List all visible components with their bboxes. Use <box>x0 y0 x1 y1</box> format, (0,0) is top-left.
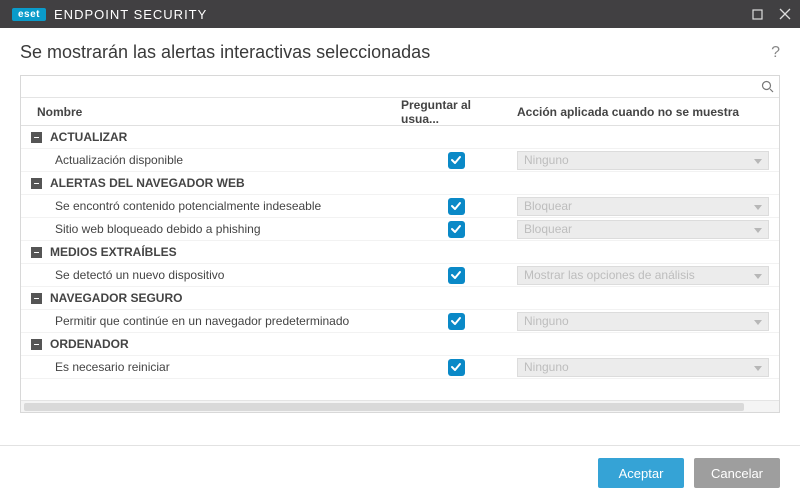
table-header: Nombre Preguntar al usua... Acción aplic… <box>21 98 779 126</box>
column-name-header[interactable]: Nombre <box>21 105 401 119</box>
search-icon[interactable] <box>759 78 775 94</box>
page-title: Se mostrarán las alertas interactivas se… <box>20 42 430 63</box>
group-label: ALERTAS DEL NAVEGADOR WEB <box>50 176 245 190</box>
item-name: Se detectó un nuevo dispositivo <box>21 268 401 282</box>
group-label: ACTUALIZAR <box>50 130 127 144</box>
collapse-icon[interactable]: – <box>31 293 42 304</box>
close-icon[interactable] <box>778 7 792 21</box>
scrollbar-thumb[interactable] <box>24 403 744 411</box>
item-row: Se encontró contenido potencialmente ind… <box>21 195 779 218</box>
item-row: Actualización disponible Ninguno <box>21 149 779 172</box>
group-label: ORDENADOR <box>50 337 129 351</box>
item-name: Actualización disponible <box>21 153 401 167</box>
item-row: Sitio web bloqueado debido a phishing Blo… <box>21 218 779 241</box>
group-row[interactable]: –ALERTAS DEL NAVEGADOR WEB <box>21 172 779 195</box>
collapse-icon[interactable]: – <box>31 132 42 143</box>
action-select[interactable]: Bloquear <box>517 220 769 239</box>
maximize-icon[interactable] <box>750 7 764 21</box>
group-row[interactable]: –ACTUALIZAR <box>21 126 779 149</box>
column-action-header[interactable]: Acción aplicada cuando no se muestra <box>511 105 779 119</box>
item-row: Permitir que continúe en un navegador pr… <box>21 310 779 333</box>
group-label: MEDIOS EXTRAÍBLES <box>50 245 177 259</box>
action-select[interactable]: Mostrar las opciones de análisis <box>517 266 769 285</box>
ask-checkbox[interactable] <box>448 267 465 284</box>
group-row[interactable]: –ORDENADOR <box>21 333 779 356</box>
search-row <box>21 76 779 98</box>
help-icon[interactable]: ? <box>771 44 780 62</box>
group-row[interactable]: –MEDIOS EXTRAÍBLES <box>21 241 779 264</box>
action-select[interactable]: Ninguno <box>517 358 769 377</box>
ask-checkbox[interactable] <box>448 152 465 169</box>
collapse-icon[interactable]: – <box>31 178 42 189</box>
collapse-icon[interactable]: – <box>31 247 42 258</box>
dialog-footer: Aceptar Cancelar <box>0 445 800 500</box>
item-name: Permitir que continúe en un navegador pr… <box>21 314 401 328</box>
product-name: ENDPOINT SECURITY <box>54 7 207 22</box>
ask-checkbox[interactable] <box>448 198 465 215</box>
group-label: NAVEGADOR SEGURO <box>50 291 182 305</box>
column-ask-header[interactable]: Preguntar al usua... <box>401 98 511 126</box>
brand-badge: eset <box>12 8 46 21</box>
item-name: Es necesario reiniciar <box>21 360 401 374</box>
horizontal-scrollbar[interactable] <box>21 400 779 412</box>
action-select[interactable]: Bloquear <box>517 197 769 216</box>
ask-checkbox[interactable] <box>448 221 465 238</box>
action-select[interactable]: Ninguno <box>517 312 769 331</box>
alerts-table: Nombre Preguntar al usua... Acción aplic… <box>20 75 780 413</box>
action-select[interactable]: Ninguno <box>517 151 769 170</box>
item-name: Se encontró contenido potencialmente ind… <box>21 199 401 213</box>
heading-row: Se mostrarán las alertas interactivas se… <box>0 28 800 75</box>
cancel-button[interactable]: Cancelar <box>694 458 780 488</box>
item-row: Se detectó un nuevo dispositivo Mostrar l… <box>21 264 779 287</box>
accept-button[interactable]: Aceptar <box>598 458 684 488</box>
ask-checkbox[interactable] <box>448 313 465 330</box>
titlebar: eset ENDPOINT SECURITY <box>0 0 800 28</box>
item-row: Es necesario reiniciar Ninguno <box>21 356 779 379</box>
collapse-icon[interactable]: – <box>31 339 42 350</box>
item-name: Sitio web bloqueado debido a phishing <box>21 222 401 236</box>
group-row[interactable]: –NAVEGADOR SEGURO <box>21 287 779 310</box>
table-body: –ACTUALIZARActualización disponibleNingu… <box>21 126 779 400</box>
ask-checkbox[interactable] <box>448 359 465 376</box>
